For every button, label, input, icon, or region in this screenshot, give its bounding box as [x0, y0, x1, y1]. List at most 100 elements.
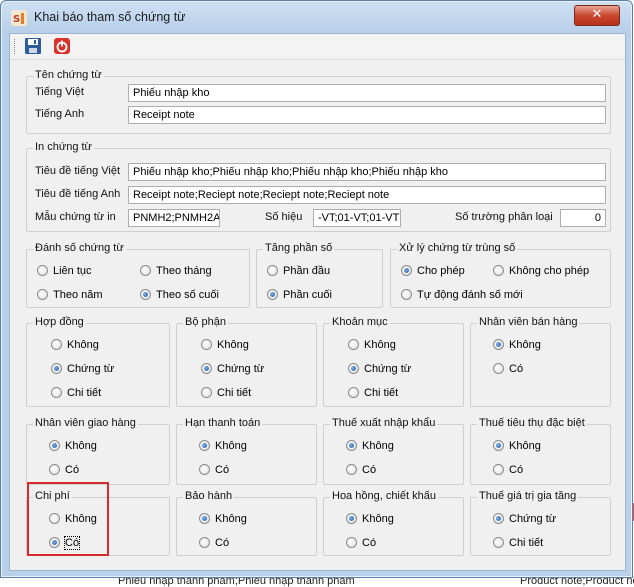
radio-circle [37, 265, 48, 276]
group-bo-phan: Bộ phận Không Chứng từ Chi tiết [176, 316, 317, 407]
radio-chi-tiet[interactable]: Chi tiết [493, 537, 543, 550]
mau-in-label: Mẫu chứng từ in [35, 211, 116, 223]
so-truong-label: Số trường phân loại [455, 211, 553, 223]
group-title: Bộ phận [183, 316, 228, 328]
radio-circle-selected [201, 363, 212, 374]
radio-theo-nam[interactable]: Theo năm [37, 289, 103, 302]
so-truong-input[interactable]: 0 [560, 209, 606, 227]
radio-co[interactable]: Có [49, 464, 79, 477]
radio-label: Không [217, 339, 249, 351]
group-xu-ly-trung-so: Xử lý chứng từ trùng số Cho phép Không c… [390, 242, 611, 308]
radio-label: Phần đầu [283, 265, 331, 277]
group-title: Tên chứng từ [33, 69, 104, 81]
radio-label: Chứng từ [364, 363, 412, 375]
radio-circle [51, 387, 62, 398]
radio-circle [348, 339, 359, 350]
radio-chung-tu[interactable]: Chứng từ [348, 363, 411, 376]
svg-text:S: S [13, 14, 20, 25]
tieu-de-anh-input[interactable]: Receipt note;Reciept note;Reciept note;R… [128, 186, 606, 204]
radio-circle [51, 339, 62, 350]
radio-theo-so-cuoi[interactable]: Theo số cuối [140, 289, 219, 302]
radio-circle [348, 387, 359, 398]
radio-circle [199, 537, 210, 548]
radio-label: Chứng từ [67, 363, 115, 375]
group-title: Thuế tiêu thụ đặc biệt [477, 417, 587, 429]
radio-label: Chi tiết [364, 387, 399, 399]
group-title: Đánh số chứng từ [33, 242, 126, 254]
radio-circle-selected [348, 363, 359, 374]
radio-chung-tu[interactable]: Chứng từ [201, 363, 264, 376]
radio-co[interactable]: Có [199, 464, 229, 477]
tieu-de-viet-input[interactable]: Phiếu nhập kho;Phiếu nhập kho;Phiếu nhập… [128, 163, 606, 181]
radio-co[interactable]: Có [346, 464, 376, 477]
radio-circle-selected [401, 265, 412, 276]
tieng-viet-input[interactable]: Phiếu nhập kho [128, 84, 606, 102]
radio-chi-tiet[interactable]: Chi tiết [201, 387, 251, 400]
radio-cho-phep[interactable]: Cho phép [401, 265, 465, 278]
radio-label: Không [364, 339, 396, 351]
radio-chung-tu[interactable]: Chứng từ [493, 513, 556, 526]
tieu-de-viet-label: Tiêu đề tiếng Việt [35, 165, 121, 177]
radio-co[interactable]: Có [199, 537, 229, 550]
radio-circle [37, 289, 48, 300]
group-hop-dong: Hợp đồng Không Chứng từ Chi tiết [26, 316, 170, 407]
group-nhan-vien-ban-hang: Nhân viên bán hàng Không Có [470, 316, 611, 407]
radio-phan-dau[interactable]: Phần đầu [267, 265, 330, 278]
close-button[interactable]: ✕ [574, 5, 620, 26]
radio-khong[interactable]: Không [199, 440, 247, 453]
annotation-highlight-box [27, 482, 109, 556]
radio-khong[interactable]: Không [346, 513, 394, 526]
tieng-viet-label: Tiếng Việt [35, 86, 84, 98]
radio-co[interactable]: Có [493, 464, 523, 477]
radio-circle [401, 289, 412, 300]
group-title: Nhân viên giao hàng [33, 417, 138, 429]
radio-co[interactable]: Có [346, 537, 376, 550]
toolbar [10, 34, 625, 60]
radio-khong[interactable]: Không [49, 440, 97, 453]
radio-label: Không [65, 440, 97, 452]
radio-khong[interactable]: Không [348, 339, 396, 352]
radio-label: Không [362, 513, 394, 525]
group-title: Tăng phần số [263, 242, 335, 254]
radio-label: Theo số cuối [156, 289, 219, 301]
app-icon: S [11, 10, 27, 26]
radio-khong-cho-phep[interactable]: Không cho phép [493, 265, 589, 278]
radio-chi-tiet[interactable]: Chi tiết [348, 387, 398, 400]
group-thue-gtgt: Thuế giá trị gia tăng Chứng từ Chi tiết [470, 490, 611, 556]
radio-label: Không cho phép [509, 265, 590, 277]
radio-label: Có [65, 464, 80, 476]
radio-lien-tuc[interactable]: Liên tục [37, 265, 92, 278]
group-title: Khoản mục [330, 316, 390, 328]
save-icon[interactable] [24, 37, 42, 55]
radio-phan-cuoi[interactable]: Phần cuối [267, 289, 332, 302]
group-thue-xuat-nhap-khau: Thuế xuất nhập khẩu Không Có [323, 417, 464, 485]
group-title: Thuế giá trị gia tăng [477, 490, 579, 502]
radio-circle [201, 387, 212, 398]
toolbar-grip[interactable] [14, 39, 17, 54]
radio-label: Không [509, 339, 541, 351]
radio-khong[interactable]: Không [493, 339, 541, 352]
radio-khong[interactable]: Không [201, 339, 249, 352]
radio-chi-tiet[interactable]: Chi tiết [51, 387, 101, 400]
power-icon[interactable] [53, 37, 71, 55]
radio-label: Không [215, 513, 247, 525]
radio-khong[interactable]: Không [51, 339, 99, 352]
tieu-de-anh-label: Tiêu đề tiếng Anh [35, 188, 121, 200]
radio-circle [267, 265, 278, 276]
radio-label: Phần cuối [283, 289, 332, 301]
radio-circle [493, 464, 504, 475]
radio-khong[interactable]: Không [493, 440, 541, 453]
so-hieu-input[interactable]: -VT;01-VT;01-VT [313, 209, 401, 227]
radio-tu-dong-danh-so[interactable]: Tự động đánh số mới [401, 289, 523, 302]
radio-khong[interactable]: Không [346, 440, 394, 453]
radio-khong[interactable]: Không [199, 513, 247, 526]
radio-chung-tu[interactable]: Chứng từ [51, 363, 114, 376]
group-bao-hanh: Bảo hành Không Có [176, 490, 317, 556]
radio-theo-thang[interactable]: Theo tháng [140, 265, 212, 278]
radio-circle-selected [140, 289, 151, 300]
title-bar[interactable]: S Khai báo tham số chứng từ ✕ [1, 1, 632, 33]
radio-co[interactable]: Có [493, 363, 523, 376]
tieng-anh-input[interactable]: Receipt note [128, 106, 606, 124]
group-in-chung-tu: In chứng từ Tiêu đề tiếng Việt Phiếu nhậ… [26, 141, 611, 232]
mau-in-input[interactable]: PNMH2;PNMH2A5 [128, 209, 220, 227]
